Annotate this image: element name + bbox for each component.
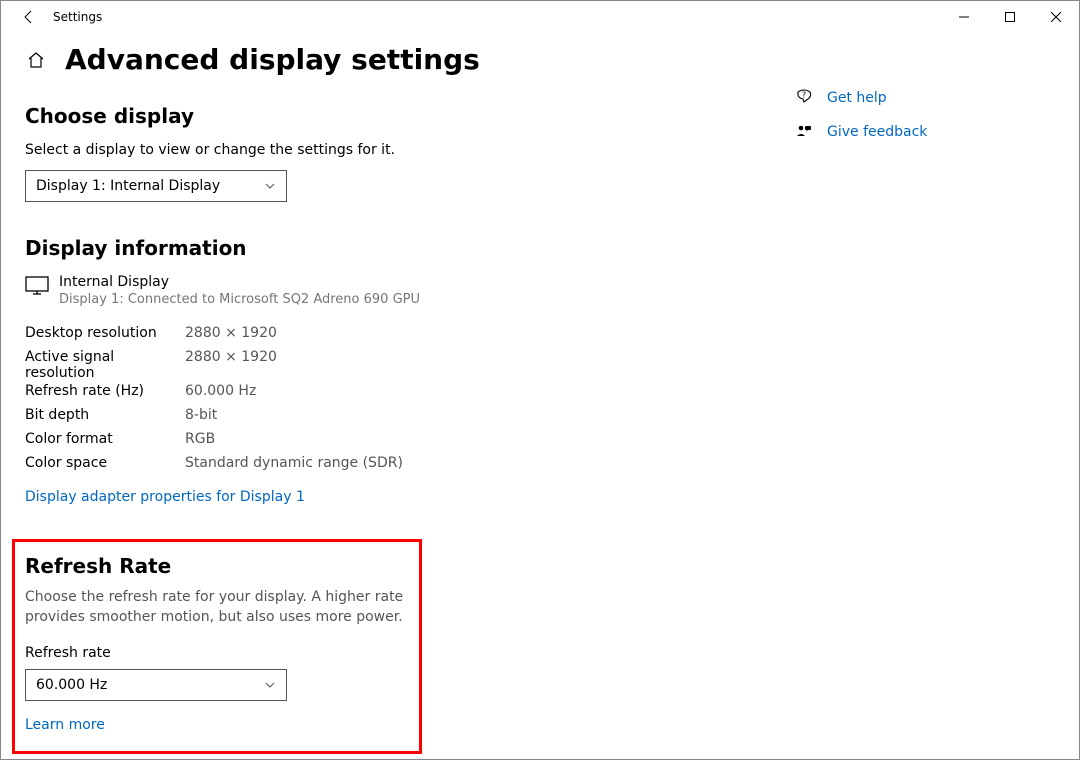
prop-value: Standard dynamic range (SDR) — [185, 455, 403, 479]
give-feedback-label: Give feedback — [827, 124, 927, 140]
display-properties-table: Desktop resolution 2880 × 1920 Active si… — [25, 325, 403, 479]
display-information-section: Display information Internal Display Dis… — [25, 236, 795, 505]
prop-label: Bit depth — [25, 407, 185, 431]
window-title: Settings — [49, 10, 102, 24]
table-row: Refresh rate (Hz) 60.000 Hz — [25, 383, 403, 407]
window-controls — [941, 1, 1079, 33]
table-row: Bit depth 8-bit — [25, 407, 403, 431]
display-select-value: Display 1: Internal Display — [36, 178, 220, 194]
display-name: Internal Display — [59, 274, 420, 290]
prop-label: Active signal resolution — [25, 349, 185, 383]
page-title: Advanced display settings — [65, 43, 480, 76]
display-identity: Internal Display Display 1: Connected to… — [25, 274, 795, 307]
table-row: Color space Standard dynamic range (SDR) — [25, 455, 403, 479]
feedback-icon — [795, 123, 827, 141]
prop-label: Color format — [25, 431, 185, 455]
prop-label: Color space — [25, 455, 185, 479]
titlebar: Settings — [1, 1, 1079, 33]
side-column: ? Get help Give feedback — [795, 43, 1055, 754]
maximize-button[interactable] — [987, 1, 1033, 33]
page-header: Advanced display settings — [25, 43, 795, 76]
learn-more-link[interactable]: Learn more — [25, 717, 105, 733]
prop-value: 8-bit — [185, 407, 403, 431]
prop-label: Refresh rate (Hz) — [25, 383, 185, 407]
svg-text:?: ? — [802, 91, 806, 100]
minimize-button[interactable] — [941, 1, 987, 33]
choose-display-instruction: Select a display to view or change the s… — [25, 142, 795, 158]
home-icon[interactable] — [25, 50, 47, 70]
monitor-icon — [25, 274, 59, 296]
refresh-rate-value: 60.000 Hz — [36, 677, 107, 693]
chevron-down-icon — [264, 679, 276, 691]
table-row: Color format RGB — [25, 431, 403, 455]
choose-display-heading: Choose display — [25, 104, 795, 128]
prop-value: RGB — [185, 431, 403, 455]
close-button[interactable] — [1033, 1, 1079, 33]
chevron-down-icon — [264, 180, 276, 192]
prop-value: 2880 × 1920 — [185, 349, 403, 383]
refresh-rate-highlight: Refresh Rate Choose the refresh rate for… — [12, 539, 422, 754]
back-button[interactable] — [9, 1, 49, 33]
table-row: Desktop resolution 2880 × 1920 — [25, 325, 403, 349]
choose-display-section: Choose display Select a display to view … — [25, 104, 795, 202]
refresh-rate-field-label: Refresh rate — [25, 645, 409, 661]
display-select-dropdown[interactable]: Display 1: Internal Display — [25, 170, 287, 202]
refresh-rate-heading: Refresh Rate — [25, 554, 409, 578]
settings-window: Settings Advanced display settings — [0, 0, 1080, 760]
get-help-label: Get help — [827, 90, 887, 106]
content-area: Advanced display settings Choose display… — [1, 33, 1079, 754]
prop-label: Desktop resolution — [25, 325, 185, 349]
refresh-rate-description: Choose the refresh rate for your display… — [25, 588, 405, 627]
help-icon: ? — [795, 89, 827, 107]
main-column: Advanced display settings Choose display… — [25, 43, 795, 754]
get-help-link[interactable]: ? Get help — [795, 89, 1055, 107]
display-information-heading: Display information — [25, 236, 795, 260]
adapter-properties-link[interactable]: Display adapter properties for Display 1 — [25, 489, 305, 505]
table-row: Active signal resolution 2880 × 1920 — [25, 349, 403, 383]
display-connection: Display 1: Connected to Microsoft SQ2 Ad… — [59, 292, 420, 307]
prop-value: 2880 × 1920 — [185, 325, 403, 349]
refresh-rate-dropdown[interactable]: 60.000 Hz — [25, 669, 287, 701]
prop-value: 60.000 Hz — [185, 383, 403, 407]
give-feedback-link[interactable]: Give feedback — [795, 123, 1055, 141]
